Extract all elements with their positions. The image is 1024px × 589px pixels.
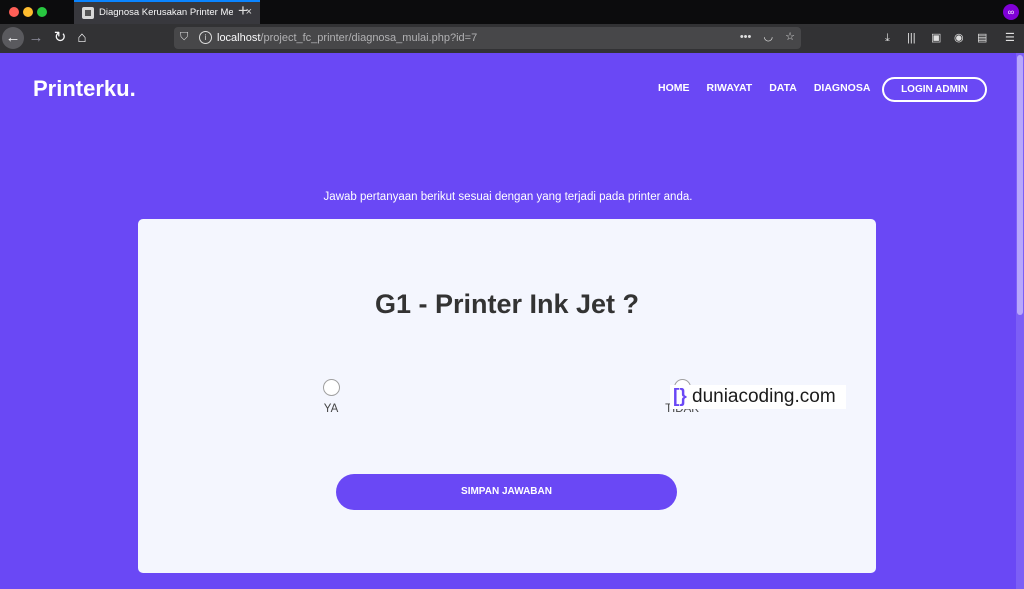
reload-icon[interactable]: ↻	[49, 27, 71, 49]
extension-icon[interactable]: ▤	[977, 29, 987, 47]
nav-data[interactable]: DATA	[769, 82, 797, 94]
page: Printerku. HOME RIWAYAT DATA DIAGNOSA LO…	[0, 53, 1016, 589]
question-title: G1 - Printer Ink Jet ?	[374, 289, 640, 319]
submit-button[interactable]: SIMPAN JAWABAN	[336, 474, 677, 510]
home-icon[interactable]: ⌂	[71, 27, 93, 49]
download-icon[interactable]: ⤓	[885, 29, 890, 47]
sidebar-icon[interactable]: ▣	[931, 29, 941, 47]
instruction-text: Jawab pertanyaan berikut sesuai dengan y…	[323, 191, 693, 203]
url-actions: ••• ◡ ☆	[731, 30, 795, 43]
nav-riwayat[interactable]: RIWAYAT	[707, 82, 753, 94]
account-icon[interactable]: ◉	[954, 29, 964, 47]
nav-home[interactable]: HOME	[658, 82, 690, 94]
tab-bar: Diagnosa Kerusakan Printer Me × + ∞	[0, 0, 1024, 24]
pocket-icon[interactable]: ◡	[763, 31, 773, 43]
shield-icon[interactable]: ⛉	[180, 31, 188, 44]
nav-diagnosa[interactable]: DIAGNOSA	[814, 82, 871, 94]
browser-toolbar: ← → ↻ ⌂ ⛉ i localhost/project_fc_printer…	[0, 24, 1024, 53]
watermark-text: duniacoding.com	[692, 386, 836, 407]
info-icon[interactable]: i	[199, 31, 212, 44]
url-path: /project_fc_printer/diagnosa_mulai.php?i…	[260, 32, 478, 44]
more-icon[interactable]: •••	[740, 31, 752, 43]
library-icon[interactable]: |||	[907, 29, 916, 47]
forward-icon[interactable]: →	[25, 27, 47, 49]
watermark-mark: [}	[673, 386, 687, 407]
minimize-window-button[interactable]	[23, 7, 33, 17]
main-nav: HOME RIWAYAT DATA DIAGNOSA	[658, 82, 887, 94]
url-host: localhost	[217, 32, 261, 44]
watermark-logo: [} duniacoding.com	[670, 385, 846, 409]
radio-ya[interactable]	[322, 379, 340, 396]
scrollbar-thumb[interactable]	[1017, 55, 1023, 315]
maximize-window-button[interactable]	[37, 7, 47, 17]
close-window-button[interactable]	[9, 7, 19, 17]
bookmark-star-icon[interactable]: ☆	[785, 31, 795, 43]
option-ya-label: YA	[323, 403, 339, 415]
option-ya[interactable]: YA	[311, 379, 351, 415]
favicon-icon	[82, 7, 94, 19]
login-admin-button[interactable]: LOGIN ADMIN	[882, 77, 987, 102]
new-tab-button[interactable]: +	[238, 1, 248, 21]
url-text[interactable]: localhost/project_fc_printer/diagnosa_mu…	[217, 31, 477, 45]
private-mask-icon[interactable]: ∞	[1003, 4, 1019, 20]
browser-tab[interactable]: Diagnosa Kerusakan Printer Me ×	[74, 0, 260, 24]
tab-title: Diagnosa Kerusakan Printer Me	[99, 7, 233, 18]
menu-icon[interactable]: ☰	[1005, 29, 1015, 47]
back-icon[interactable]: ←	[2, 27, 24, 49]
brand-logo[interactable]: Printerku.	[33, 76, 136, 102]
address-bar[interactable]: ⛉ i localhost/project_fc_printer/diagnos…	[174, 27, 801, 49]
scrollbar[interactable]	[1016, 53, 1024, 589]
